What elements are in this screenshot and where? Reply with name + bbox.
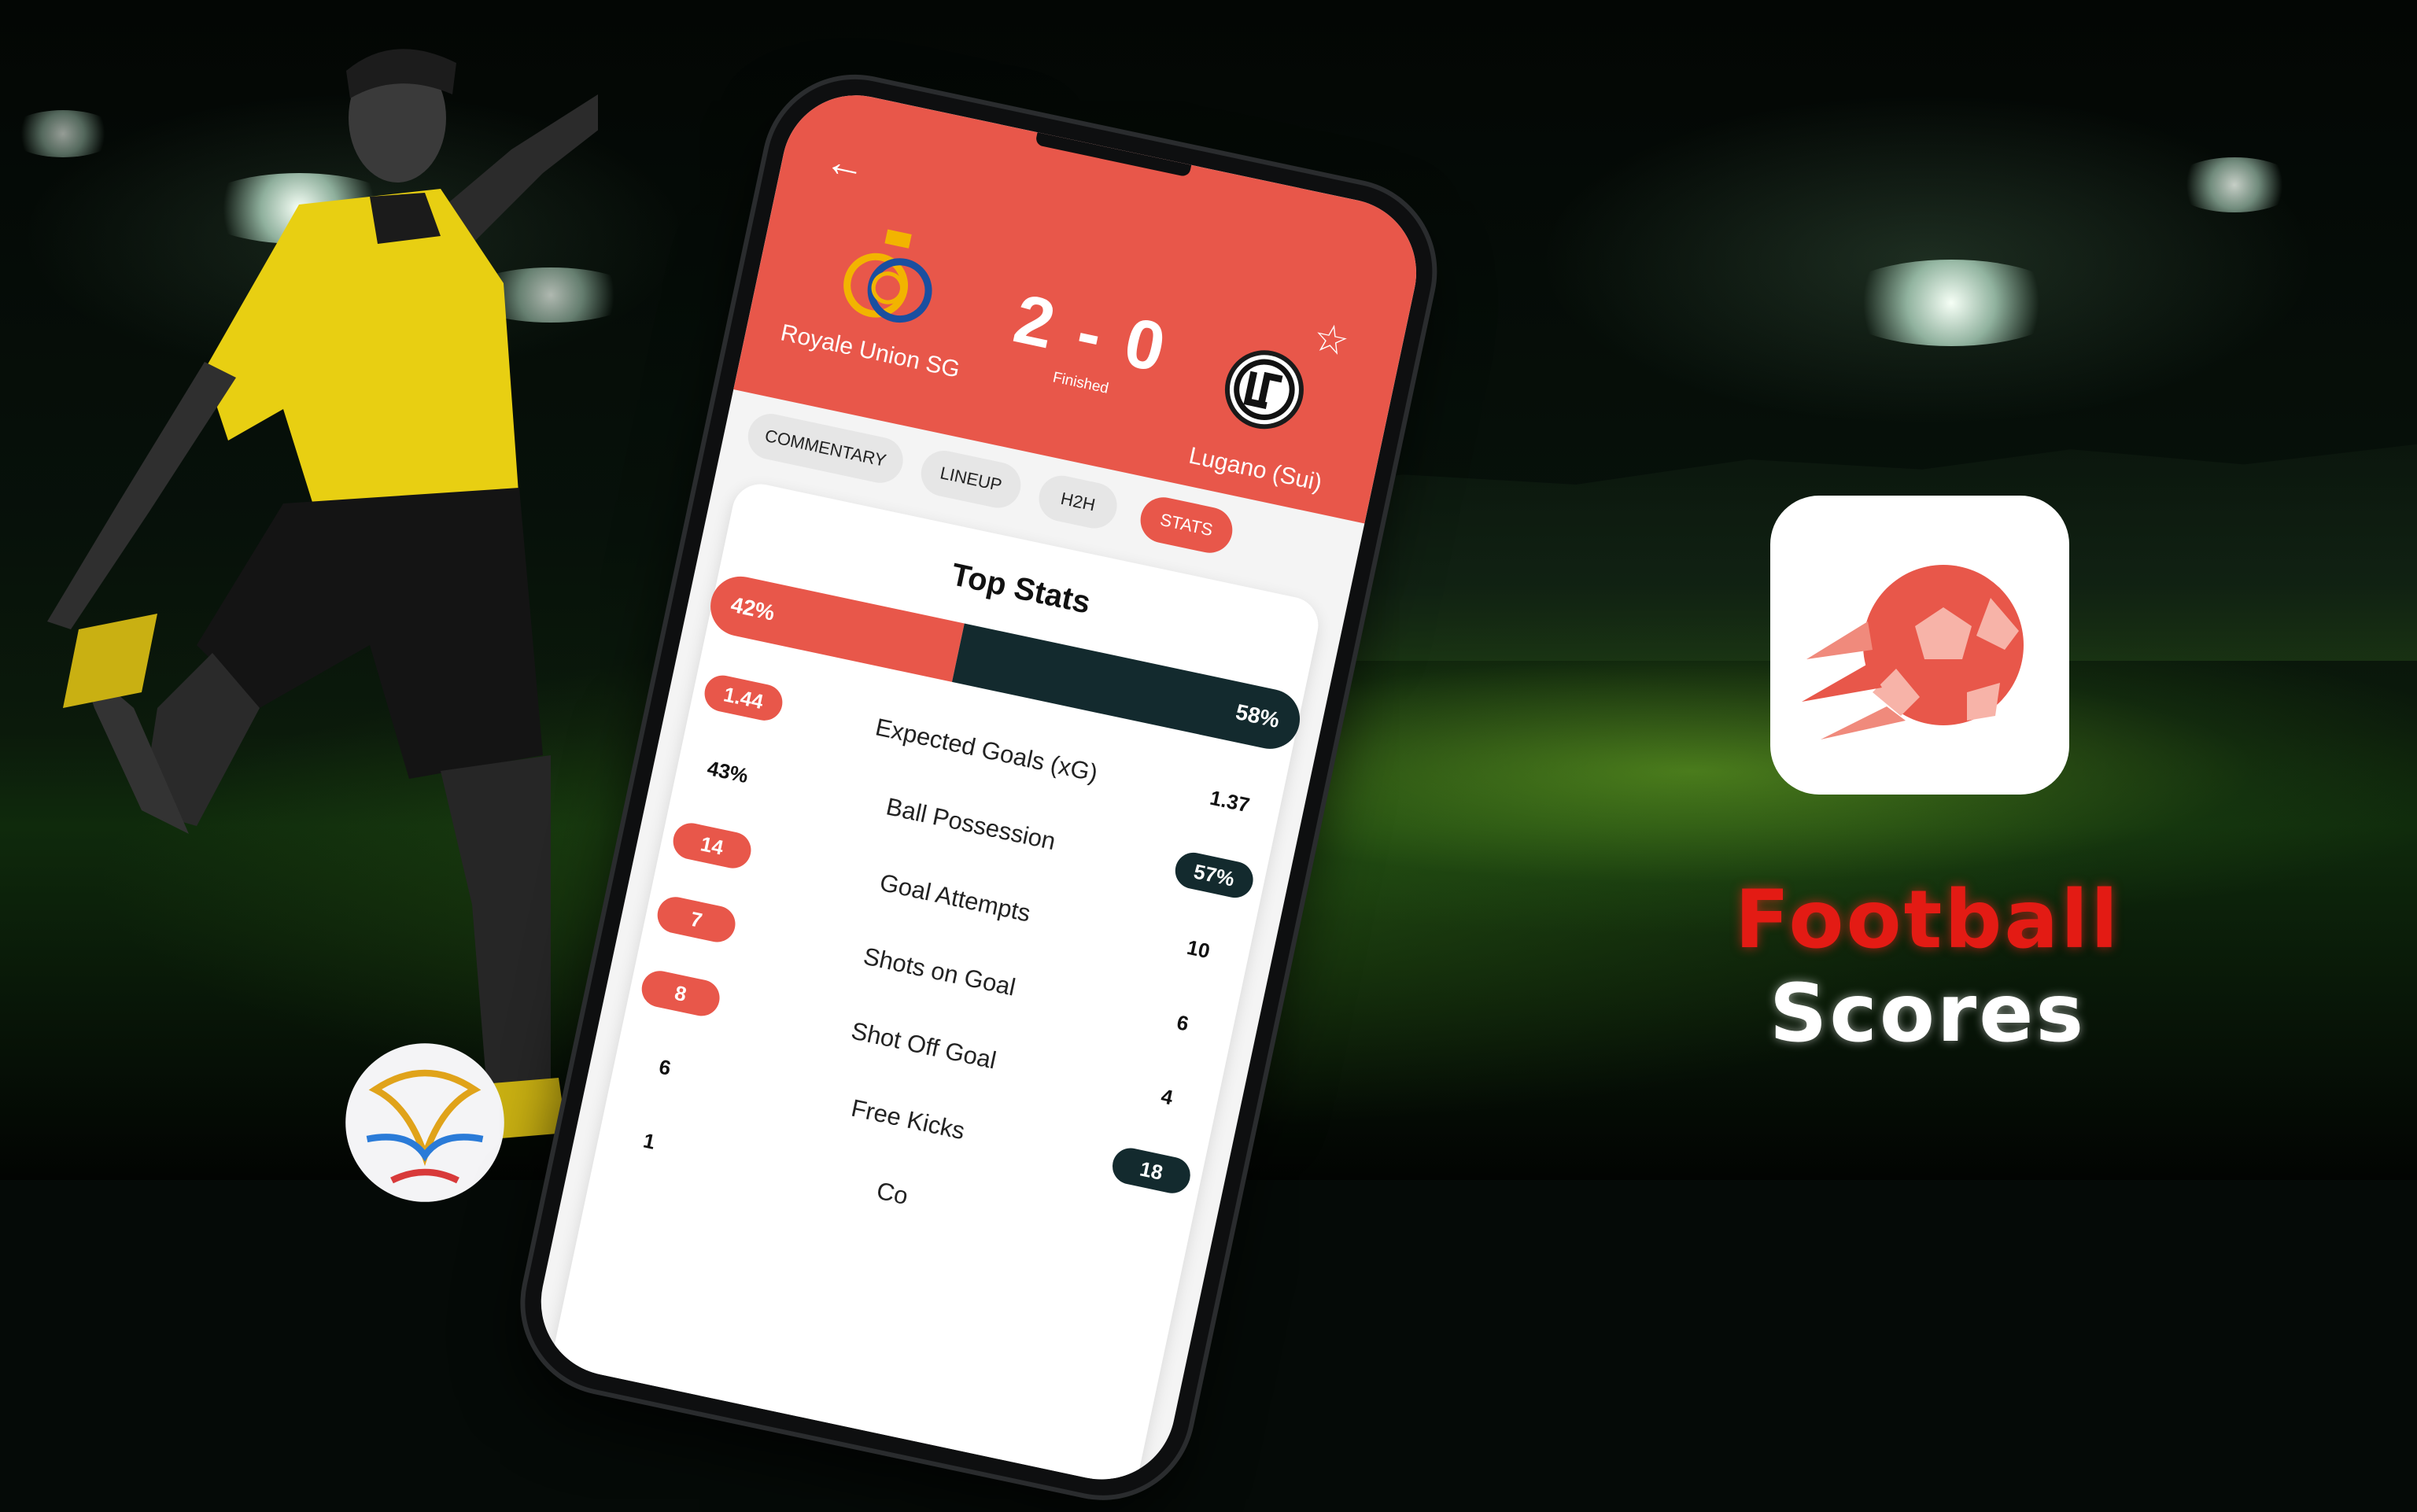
back-arrow-icon: ← <box>821 137 871 191</box>
floodlight <box>2172 157 2297 212</box>
tab-h2h[interactable]: H2H <box>1035 471 1121 533</box>
stat-home-value: 43% <box>705 756 751 788</box>
star-icon: ☆ <box>1309 314 1353 365</box>
stat-away-value <box>1094 1219 1178 1270</box>
stat-home-value: 6 <box>656 1054 673 1080</box>
away-team-logo <box>1217 342 1312 437</box>
away-team-name[interactable]: Lugano (Sui) <box>1161 437 1351 503</box>
tab-commentary[interactable]: COMMENTARY <box>744 409 908 488</box>
back-button[interactable]: ← <box>817 136 873 192</box>
home-team-name[interactable]: Royale Union SG <box>767 317 972 385</box>
stat-home-value: 7 <box>654 894 739 946</box>
away-crest-icon <box>1234 359 1295 420</box>
stat-home-value: 14 <box>670 820 755 872</box>
brand-word-football: Football <box>1734 873 2121 967</box>
tab-lineup[interactable]: LINEUP <box>917 446 1025 512</box>
brand-word-scores: Scores <box>1769 967 2087 1060</box>
football-player-image <box>47 49 598 1141</box>
brand-title: Football Scores <box>1605 873 2250 1060</box>
favorite-button[interactable]: ☆ <box>1303 312 1359 367</box>
stat-away-value: 10 <box>1184 935 1212 964</box>
stat-away-value: 6 <box>1175 1010 1191 1036</box>
stat-away-value: 18 <box>1109 1145 1194 1197</box>
stat-home-value: 8 <box>638 967 723 1020</box>
stat-away-value: 57% <box>1172 849 1256 902</box>
stat-away-value: 1.37 <box>1208 785 1253 817</box>
app-icon[interactable] <box>1770 496 2069 795</box>
football-ball <box>345 1043 504 1202</box>
stat-away-value: 4 <box>1159 1084 1175 1110</box>
player-boot <box>63 614 157 708</box>
player-shorts <box>197 488 543 779</box>
football-icon <box>1802 565 2024 739</box>
player-shirt <box>205 189 519 535</box>
home-team-crest <box>843 229 932 323</box>
stat-home-value: 1.44 <box>701 672 786 725</box>
floodlight <box>1833 260 2069 346</box>
player-arm-left <box>47 362 236 629</box>
tab-stats[interactable]: STATS <box>1136 492 1237 558</box>
stat-home-value: 1 <box>641 1128 658 1154</box>
